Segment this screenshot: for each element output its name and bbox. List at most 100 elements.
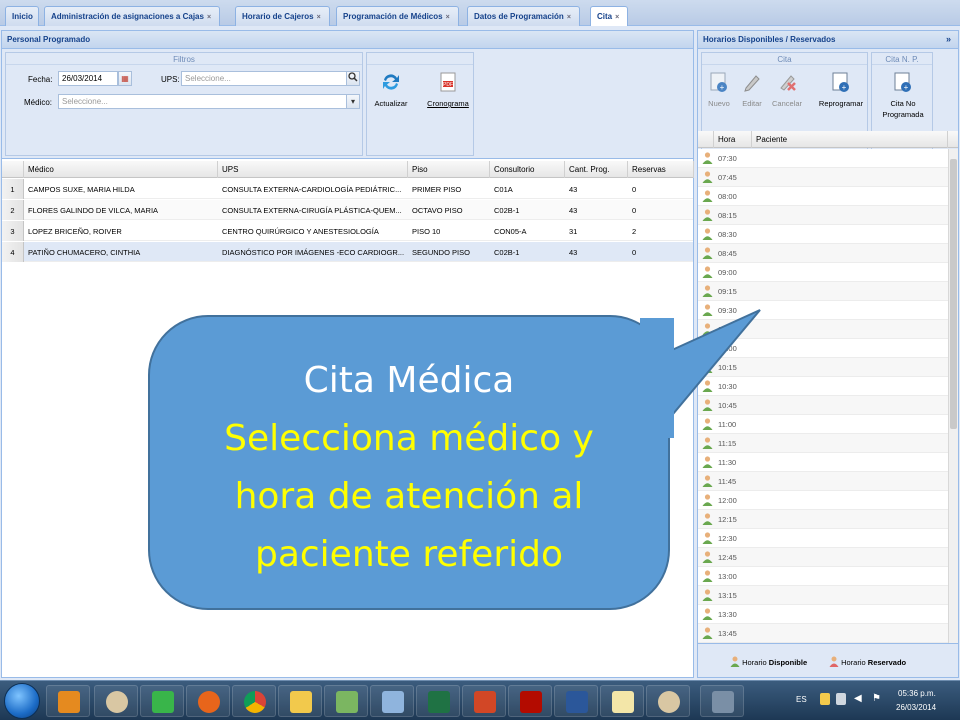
taskbar-app-explorer[interactable] [278, 685, 322, 717]
col-hora[interactable]: Hora [714, 131, 752, 148]
table-row[interactable]: 2 FLORES GALINDO DE VILCA, MARIA CONSULT… [2, 200, 693, 220]
close-icon[interactable]: × [567, 14, 574, 21]
col-consultorio[interactable]: Consultorio [490, 161, 565, 178]
editar-button[interactable]: Editar [738, 71, 766, 108]
close-icon[interactable]: × [207, 14, 214, 21]
cancelar-button[interactable]: Cancelar [770, 71, 804, 108]
new-document-icon: + [710, 72, 727, 92]
tab-administracion-cajas[interactable]: Administración de asignaciones a Cajas × [44, 6, 220, 26]
shield-icon[interactable] [820, 693, 830, 705]
col-piso[interactable]: Piso [408, 161, 490, 178]
filters-title: Filtros [6, 53, 362, 65]
cita-no-programada-button[interactable]: + Cita No Programada [874, 71, 932, 119]
table-row[interactable]: 4 PATIÑO CHUMACERO, CINTHIA DIAGNÓSTICO … [2, 242, 693, 262]
hour-row[interactable]: 12:00 [698, 491, 948, 510]
taskbar-app-camtasia[interactable] [140, 685, 184, 717]
taskbar-app-notes[interactable] [370, 685, 414, 717]
close-icon[interactable]: × [615, 14, 622, 21]
taskbar-app-chart[interactable] [600, 685, 644, 717]
cita-no-programada-label-1: Cita No [890, 99, 916, 108]
hour-row[interactable]: 12:15 [698, 510, 948, 529]
hour-row[interactable]: 11:30 [698, 453, 948, 472]
hour-row[interactable]: 11:45 [698, 472, 948, 491]
cell-ups: CONSULTA EXTERNA-CIRUGÍA PLÁSTICA-QUEM..… [222, 206, 402, 215]
available-person-icon [702, 513, 713, 525]
col-medico[interactable]: Médico [24, 161, 218, 178]
vertical-scrollbar[interactable] [948, 149, 958, 643]
hour-row[interactable]: 09:00 [698, 263, 948, 282]
hour-row[interactable]: 07:30 [698, 149, 948, 168]
cronograma-button[interactable]: PDF Cronograma [423, 71, 473, 108]
hour-value: 08:15 [718, 211, 737, 220]
close-icon[interactable]: × [446, 14, 453, 21]
language-indicator[interactable]: ES [796, 695, 807, 704]
clock-time[interactable]: 05:36 p.m. [898, 689, 936, 698]
tab-programacion-medicos[interactable]: Programación de Médicos × [336, 6, 459, 26]
clock-date[interactable]: 26/03/2014 [896, 703, 936, 712]
hour-row[interactable]: 12:30 [698, 529, 948, 548]
taskbar-app-word[interactable] [554, 685, 598, 717]
tab-horario-cajeros[interactable]: Horario de Cajeros × [235, 6, 330, 26]
hour-row[interactable]: 13:00 [698, 567, 948, 586]
hour-value: 09:00 [718, 268, 737, 277]
filters-fieldset: Filtros Fecha: 26/03/2014 ▦ UPS: Selecci… [5, 52, 363, 156]
taskbar-app-media[interactable] [46, 685, 90, 717]
reprogramar-button[interactable]: + Reprogramar [814, 71, 868, 108]
taskbar-app-chrome[interactable] [232, 685, 276, 717]
cancel-icon [780, 75, 796, 91]
col-paciente[interactable]: Paciente [752, 131, 948, 148]
chevron-down-icon[interactable]: ▾ [346, 94, 360, 109]
taskbar-app-acrobat[interactable] [508, 685, 552, 717]
calendar-icon[interactable]: ▦ [118, 71, 132, 86]
tab-inicio[interactable]: Inicio [5, 6, 39, 26]
available-person-icon [702, 589, 713, 601]
network-icon[interactable] [836, 693, 846, 705]
taskbar-app-network[interactable] [700, 685, 744, 717]
cell-medico: FLORES GALINDO DE VILCA, MARIA [28, 206, 159, 215]
hour-row[interactable]: 08:00 [698, 187, 948, 206]
medico-select[interactable]: Seleccione... [58, 94, 347, 109]
row-number: 4 [2, 242, 24, 262]
taskbar-app-cup-2[interactable] [646, 685, 690, 717]
volume-icon[interactable]: ◀ [854, 693, 862, 704]
col-reservas[interactable]: Reservas [628, 161, 694, 178]
hour-row[interactable]: 08:45 [698, 244, 948, 263]
table-row[interactable]: 1 CAMPOS SUXE, MARIA HILDA CONSULTA EXTE… [2, 179, 693, 199]
search-icon[interactable] [346, 71, 360, 86]
available-person-icon [702, 190, 713, 202]
taskbar-app-teacher[interactable] [324, 685, 368, 717]
hour-row[interactable]: 09:15 [698, 282, 948, 301]
tab-datos-programacion[interactable]: Datos de Programación × [467, 6, 580, 26]
editar-label: Editar [742, 99, 762, 108]
close-icon[interactable]: × [317, 14, 324, 21]
hour-row[interactable]: 07:45 [698, 168, 948, 187]
collapse-icon[interactable]: » [943, 34, 954, 45]
ups-search-input[interactable]: Seleccione... [181, 71, 347, 86]
svg-text:+: + [842, 83, 847, 92]
actions-fieldset: Actualizar PDF Cronograma [366, 52, 474, 156]
cell-ups: DIAGNÓSTICO POR IMÁGENES -ECO CARDIOGR..… [222, 248, 405, 257]
scrollbar-thumb[interactable] [950, 159, 957, 429]
hour-row[interactable]: 13:45 [698, 624, 948, 643]
hour-row[interactable]: 13:15 [698, 586, 948, 605]
fecha-input[interactable]: 26/03/2014 [58, 71, 118, 86]
start-button[interactable] [4, 683, 40, 719]
col-cant-prog[interactable]: Cant. Prog. [565, 161, 628, 178]
actualizar-button[interactable]: Actualizar [369, 71, 413, 108]
available-person-icon [702, 152, 713, 164]
hour-row[interactable]: 13:30 [698, 605, 948, 624]
taskbar-app-cup[interactable] [94, 685, 138, 717]
table-row[interactable]: 3 LOPEZ BRICEÑO, ROIVER CENTRO QUIRÚRGIC… [2, 221, 693, 241]
hour-row[interactable]: 08:30 [698, 225, 948, 244]
available-person-icon [702, 228, 713, 240]
taskbar-app-excel[interactable] [416, 685, 460, 717]
taskbar-app-powerpoint[interactable] [462, 685, 506, 717]
hour-row[interactable]: 08:15 [698, 206, 948, 225]
hour-row[interactable]: 12:45 [698, 548, 948, 567]
taskbar-app-firefox[interactable] [186, 685, 230, 717]
flag-icon[interactable]: ⚑ [872, 693, 881, 704]
reprogramar-label: Reprogramar [818, 99, 864, 108]
tab-cita[interactable]: Cita × [590, 6, 629, 26]
col-ups[interactable]: UPS [218, 161, 408, 178]
nuevo-button[interactable]: + Nuevo [704, 71, 734, 108]
